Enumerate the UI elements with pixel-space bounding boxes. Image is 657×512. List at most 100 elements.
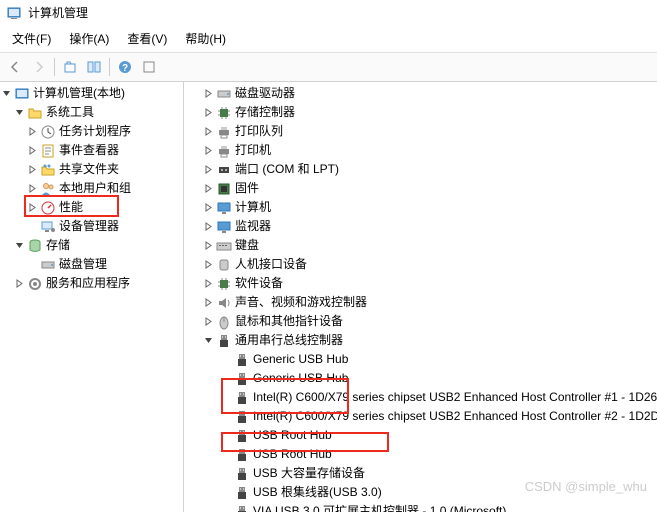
chevron-icon[interactable]	[26, 163, 39, 176]
printers[interactable]: 打印机	[184, 141, 657, 160]
keyboards[interactable]: 键盘	[184, 236, 657, 255]
usb-root-hub-2[interactable]: USB Root Hub	[184, 445, 657, 464]
chevron-icon[interactable]	[220, 505, 233, 512]
storage-controllers[interactable]: 存储控制器	[184, 103, 657, 122]
node-label: 本地用户和组	[59, 180, 131, 197]
node-label: 软件设备	[235, 275, 283, 292]
node-label: 通用串行总线控制器	[235, 332, 343, 349]
node-label: Generic USB Hub	[253, 351, 348, 368]
chevron-icon[interactable]	[13, 239, 26, 252]
chevron-icon[interactable]	[220, 391, 233, 404]
system-tools[interactable]: 系统工具	[0, 103, 183, 122]
generic-hub-2[interactable]: Generic USB Hub	[184, 369, 657, 388]
chevron-icon[interactable]	[220, 410, 233, 423]
event-viewer[interactable]: 事件查看器	[0, 141, 183, 160]
mice[interactable]: 鼠标和其他指针设备	[184, 312, 657, 331]
forward-button[interactable]	[28, 56, 50, 78]
node-label: 共享文件夹	[59, 161, 119, 178]
chevron-icon[interactable]	[13, 106, 26, 119]
generic-hub-2-icon	[234, 371, 250, 387]
chevron-icon[interactable]	[202, 296, 215, 309]
app-icon	[6, 5, 22, 21]
usb-root-hub-1[interactable]: USB Root Hub	[184, 426, 657, 445]
chevron-icon[interactable]	[202, 277, 215, 290]
toolbar: ?	[0, 53, 657, 82]
generic-hub-1[interactable]: Generic USB Hub	[184, 350, 657, 369]
chevron-icon[interactable]	[26, 201, 39, 214]
usb-controllers[interactable]: 通用串行总线控制器	[184, 331, 657, 350]
menu-help[interactable]: 帮助(H)	[177, 27, 234, 50]
sound-video-icon	[216, 295, 232, 311]
watermark: CSDN @simple_whu	[525, 479, 647, 494]
chevron-icon[interactable]	[202, 239, 215, 252]
chevron-icon[interactable]	[220, 429, 233, 442]
print-queues[interactable]: 打印队列	[184, 122, 657, 141]
chevron-icon[interactable]	[202, 87, 215, 100]
generic-hub-1-icon	[234, 352, 250, 368]
help-button[interactable]: ?	[114, 56, 136, 78]
menu-view[interactable]: 查看(V)	[119, 27, 175, 50]
local-users[interactable]: 本地用户和组	[0, 179, 183, 198]
usb-controllers-icon	[216, 333, 232, 349]
menu-action[interactable]: 操作(A)	[61, 27, 117, 50]
storage-controllers-icon	[216, 105, 232, 121]
hid[interactable]: 人机接口设备	[184, 255, 657, 274]
chevron-icon[interactable]	[202, 201, 215, 214]
chevron-icon[interactable]	[220, 372, 233, 385]
chevron-icon[interactable]	[202, 220, 215, 233]
up-button[interactable]	[59, 56, 81, 78]
performance[interactable]: 性能	[0, 198, 183, 217]
chevron-icon[interactable]	[202, 106, 215, 119]
via-usb-30[interactable]: VIA USB 3.0 可扩展主机控制器 - 1.0 (Microsoft)	[184, 502, 657, 512]
firmware[interactable]: 固件	[184, 179, 657, 198]
disk-management[interactable]: 磁盘管理	[0, 255, 183, 274]
left-tree[interactable]: 计算机管理(本地)系统工具任务计划程序事件查看器共享文件夹本地用户和组性能设备管…	[0, 82, 184, 512]
software-devices[interactable]: 软件设备	[184, 274, 657, 293]
monitors[interactable]: 监视器	[184, 217, 657, 236]
intel-host-2[interactable]: Intel(R) C600/X79 series chipset USB2 En…	[184, 407, 657, 426]
right-tree[interactable]: 磁盘驱动器存储控制器打印队列打印机端口 (COM 和 LPT)固件计算机监视器键…	[184, 82, 657, 512]
keyboards-icon	[216, 238, 232, 254]
ports[interactable]: 端口 (COM 和 LPT)	[184, 160, 657, 179]
shared-folders[interactable]: 共享文件夹	[0, 160, 183, 179]
root-node[interactable]: 计算机管理(本地)	[0, 84, 183, 103]
menu-file[interactable]: 文件(F)	[4, 27, 59, 50]
chevron-icon[interactable]	[0, 87, 13, 100]
chevron-icon[interactable]	[202, 315, 215, 328]
back-button[interactable]	[4, 56, 26, 78]
chevron-icon[interactable]	[26, 182, 39, 195]
intel-host-1[interactable]: Intel(R) C600/X79 series chipset USB2 En…	[184, 388, 657, 407]
chevron-icon[interactable]	[220, 467, 233, 480]
chevron-icon[interactable]	[202, 334, 215, 347]
chevron-icon[interactable]	[13, 277, 26, 290]
chevron-icon[interactable]	[26, 125, 39, 138]
node-label: 任务计划程序	[59, 123, 131, 140]
print-queues-icon	[216, 124, 232, 140]
chevron-icon[interactable]	[220, 448, 233, 461]
sound-video[interactable]: 声音、视频和游戏控制器	[184, 293, 657, 312]
refresh-button[interactable]	[138, 56, 160, 78]
chevron-icon[interactable]	[220, 486, 233, 499]
chevron-icon[interactable]	[26, 144, 39, 157]
chevron-icon[interactable]	[202, 182, 215, 195]
disk-drives[interactable]: 磁盘驱动器	[184, 84, 657, 103]
chevron-icon[interactable]	[202, 144, 215, 157]
chevron-icon[interactable]	[220, 353, 233, 366]
computer[interactable]: 计算机	[184, 198, 657, 217]
node-label: USB Root Hub	[253, 446, 332, 463]
task-scheduler[interactable]: 任务计划程序	[0, 122, 183, 141]
show-hide-button[interactable]	[83, 56, 105, 78]
node-label: USB Root Hub	[253, 427, 332, 444]
node-label: 打印机	[235, 142, 271, 159]
chevron-icon[interactable]	[26, 258, 39, 271]
chevron-icon[interactable]	[202, 163, 215, 176]
chevron-icon[interactable]	[26, 220, 39, 233]
services-apps[interactable]: 服务和应用程序	[0, 274, 183, 293]
chevron-icon[interactable]	[202, 125, 215, 138]
node-label: 固件	[235, 180, 259, 197]
chevron-icon[interactable]	[202, 258, 215, 271]
node-label: 磁盘管理	[59, 256, 107, 273]
storage[interactable]: 存储	[0, 236, 183, 255]
device-manager[interactable]: 设备管理器	[0, 217, 183, 236]
system-tools-icon	[27, 105, 43, 121]
